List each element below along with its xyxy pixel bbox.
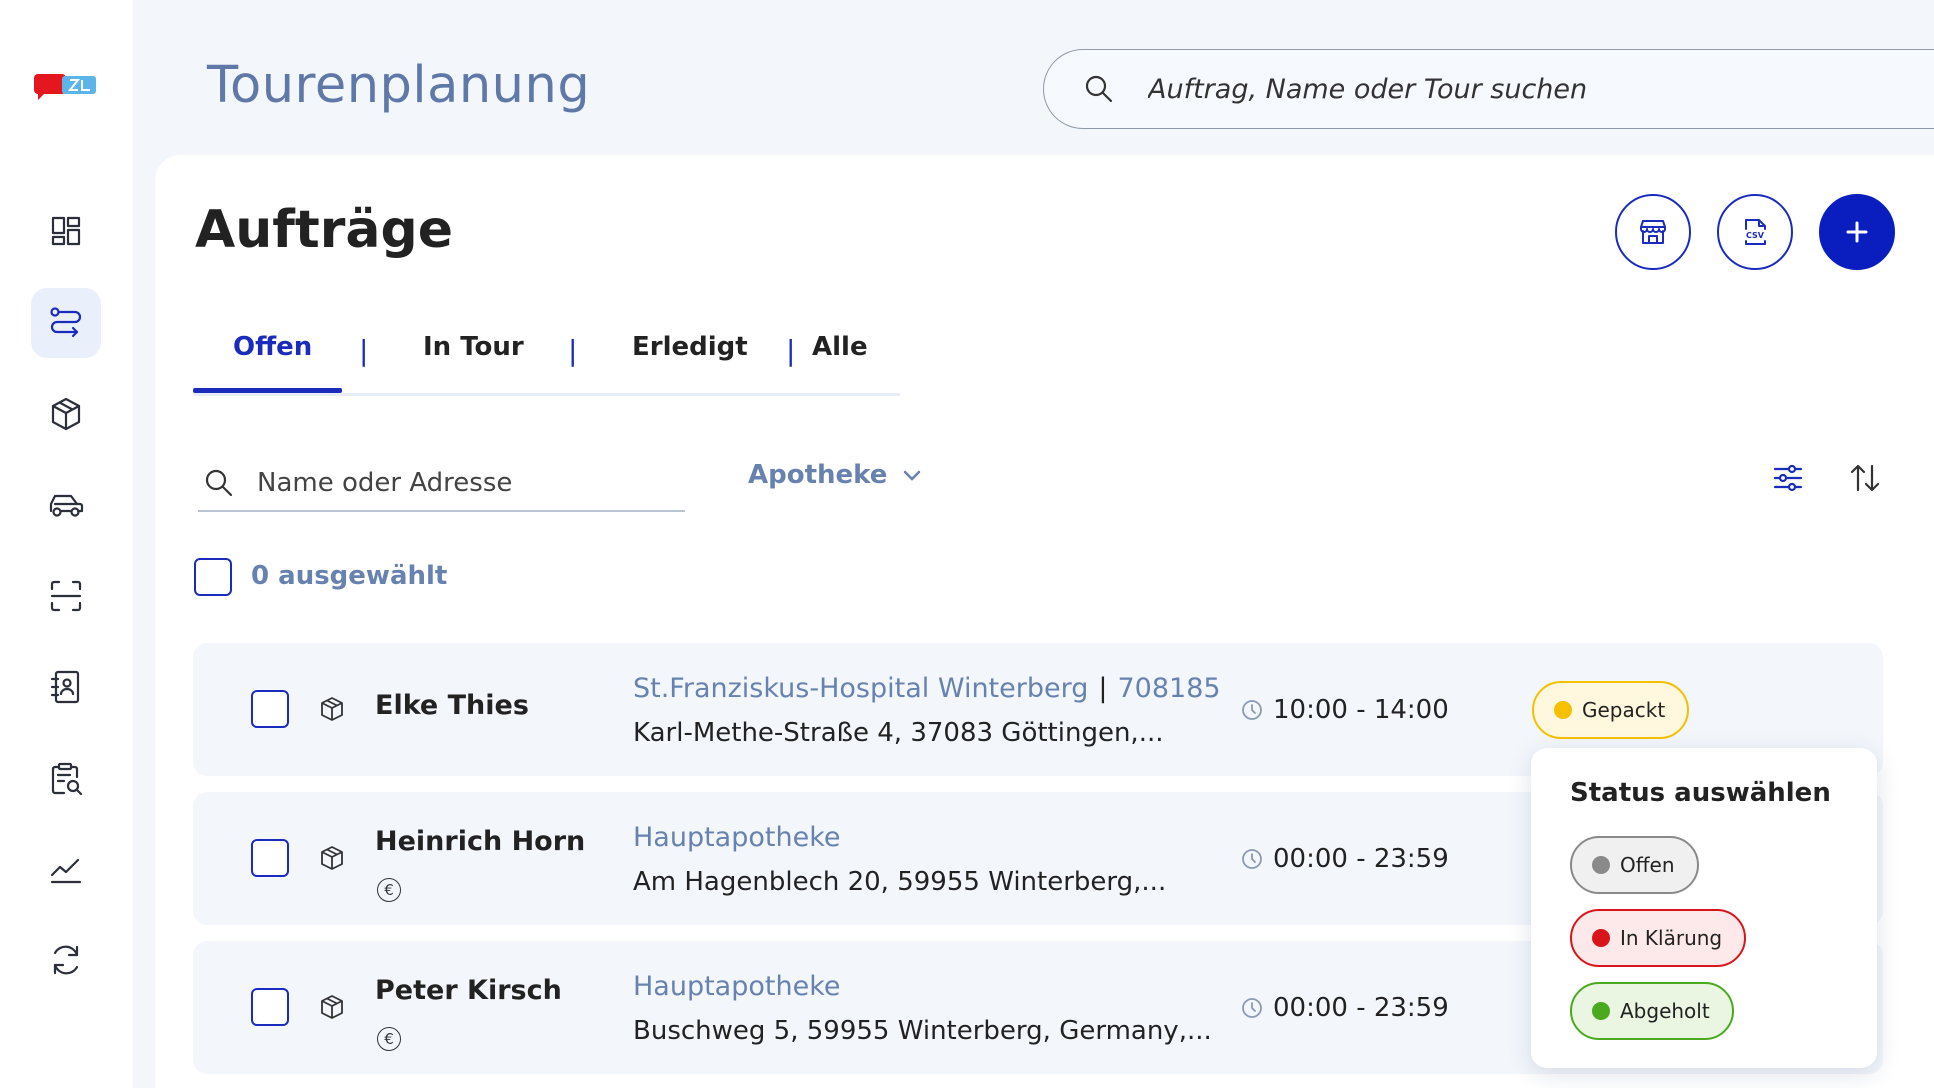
section-title: Aufträge: [195, 200, 453, 260]
csv-file-icon: CSV: [1745, 219, 1766, 245]
tab-alle[interactable]: Alle: [812, 330, 868, 362]
time-window: 10:00 - 14:00: [1241, 695, 1449, 725]
customer-name: Peter Kirsch: [375, 975, 562, 1006]
tab-divider: |: [568, 334, 578, 367]
delivery-address: Karl-Methe-Straße 4, 37083 Göttingen,...: [633, 718, 1164, 748]
select-all-checkbox[interactable]: [194, 558, 232, 596]
pharmacy-link[interactable]: St.Franziskus-Hospital Winterberg | 708185: [633, 673, 1221, 704]
page-title: Tourenplanung: [207, 56, 591, 115]
status-dot: [1592, 856, 1610, 874]
customer-name: Elke Thies: [375, 690, 529, 721]
search-icon: [1082, 72, 1116, 106]
time-range: 00:00 - 23:59: [1273, 844, 1449, 874]
clock-icon: [1242, 998, 1262, 1018]
tab-offen[interactable]: Offen: [233, 330, 312, 362]
time-range: 00:00 - 23:59: [1273, 993, 1449, 1023]
active-tab-indicator: [193, 388, 342, 393]
order-id: 708185: [1117, 673, 1221, 704]
package-icon: [317, 694, 347, 724]
csv-import-button[interactable]: CSV: [1717, 194, 1793, 270]
separator: |: [1098, 673, 1108, 704]
time-range: 10:00 - 14:00: [1273, 695, 1449, 725]
sidebar-item-sync[interactable]: [31, 925, 101, 995]
package-icon: [317, 992, 347, 1022]
customer-name: Heinrich Horn: [375, 826, 586, 857]
tab-in-tour[interactable]: In Tour: [423, 330, 524, 362]
route-icon: [50, 307, 82, 338]
sidebar-item-reports[interactable]: [31, 743, 101, 813]
tab-erledigt[interactable]: Erledigt: [632, 330, 748, 362]
time-window: 00:00 - 23:59: [1241, 993, 1449, 1023]
sidebar-item-dashboard[interactable]: [31, 196, 101, 266]
row-checkbox[interactable]: [251, 988, 289, 1026]
clock-icon: [1242, 849, 1262, 869]
add-order-button[interactable]: [1819, 194, 1895, 270]
sidebar-item-contacts[interactable]: [31, 652, 101, 722]
euro-icon: €: [377, 1027, 401, 1051]
popup-title: Status auswählen: [1570, 778, 1831, 808]
pharmacy-link[interactable]: Hauptapotheke: [633, 822, 840, 853]
sidebar-item-packages[interactable]: [31, 379, 101, 449]
row-checkbox[interactable]: [251, 690, 289, 728]
sidebar-item-scanner[interactable]: [31, 561, 101, 631]
time-window: 00:00 - 23:59: [1241, 844, 1449, 874]
status-dot: [1592, 929, 1610, 947]
status-option-abgeholt[interactable]: Abgeholt: [1570, 982, 1734, 1040]
pharmacy-link[interactable]: Hauptapotheke: [633, 971, 840, 1002]
status-dot: [1554, 701, 1572, 719]
row-checkbox[interactable]: [251, 839, 289, 877]
sync-icon: [53, 945, 79, 975]
selected-count: 0 ausgewählt: [251, 561, 448, 591]
chevron-down-icon: [904, 470, 921, 481]
order-search-box[interactable]: [198, 456, 685, 512]
status-option-in-klaerung[interactable]: In Klärung: [1570, 909, 1747, 967]
plus-icon: [1846, 221, 1868, 243]
status-option-label: Offen: [1620, 853, 1675, 877]
svg-text:CSV: CSV: [1746, 231, 1765, 240]
sidebar: [0, 0, 133, 1088]
package-icon: [317, 843, 347, 873]
search-icon: [205, 469, 233, 497]
sidebar-item-statistics[interactable]: [31, 834, 101, 904]
pharmacy-name: St.Franziskus-Hospital Winterberg: [633, 673, 1089, 704]
sliders-icon: [1773, 464, 1803, 492]
status-label: Gepackt: [1582, 698, 1666, 722]
store-button[interactable]: [1615, 194, 1691, 270]
filter-settings-button[interactable]: [1766, 456, 1810, 500]
pharmacy-filter-dropdown[interactable]: Apotheke: [748, 460, 923, 490]
status-badge[interactable]: Gepackt: [1532, 681, 1690, 739]
sort-icon: [1850, 464, 1880, 492]
store-icon: [1640, 220, 1666, 244]
car-icon: [49, 494, 84, 517]
status-popup: Status auswählen Offen In Klärung Abgeho…: [1531, 748, 1877, 1068]
dashboard-icon: [51, 216, 81, 246]
tab-divider: |: [786, 334, 796, 367]
brand-logo[interactable]: [32, 70, 100, 104]
status-dot: [1592, 1002, 1610, 1020]
sort-button[interactable]: [1843, 456, 1887, 500]
clipboard-search-icon: [51, 762, 83, 796]
order-search-input[interactable]: [257, 468, 657, 498]
chart-icon: [50, 858, 82, 884]
scan-icon: [50, 580, 82, 612]
status-option-label: In Klärung: [1620, 926, 1723, 950]
tab-divider: |: [359, 334, 369, 367]
package-icon: [51, 397, 81, 431]
sidebar-item-vehicles[interactable]: [31, 470, 101, 540]
contact-book-icon: [50, 670, 80, 704]
euro-icon: €: [377, 878, 401, 902]
status-option-offen[interactable]: Offen: [1570, 836, 1699, 894]
delivery-address: Am Hagenblech 20, 59955 Winterberg,...: [633, 867, 1167, 897]
clock-icon: [1242, 700, 1262, 720]
dropdown-value: Apotheke: [748, 460, 888, 490]
global-search-box[interactable]: [1043, 49, 1934, 129]
sidebar-item-routes[interactable]: [31, 288, 101, 358]
delivery-address: Buschweg 5, 59955 Winterberg, Germany,..…: [633, 1016, 1212, 1046]
status-option-label: Abgeholt: [1620, 999, 1710, 1023]
global-search-input[interactable]: [1148, 73, 1748, 105]
